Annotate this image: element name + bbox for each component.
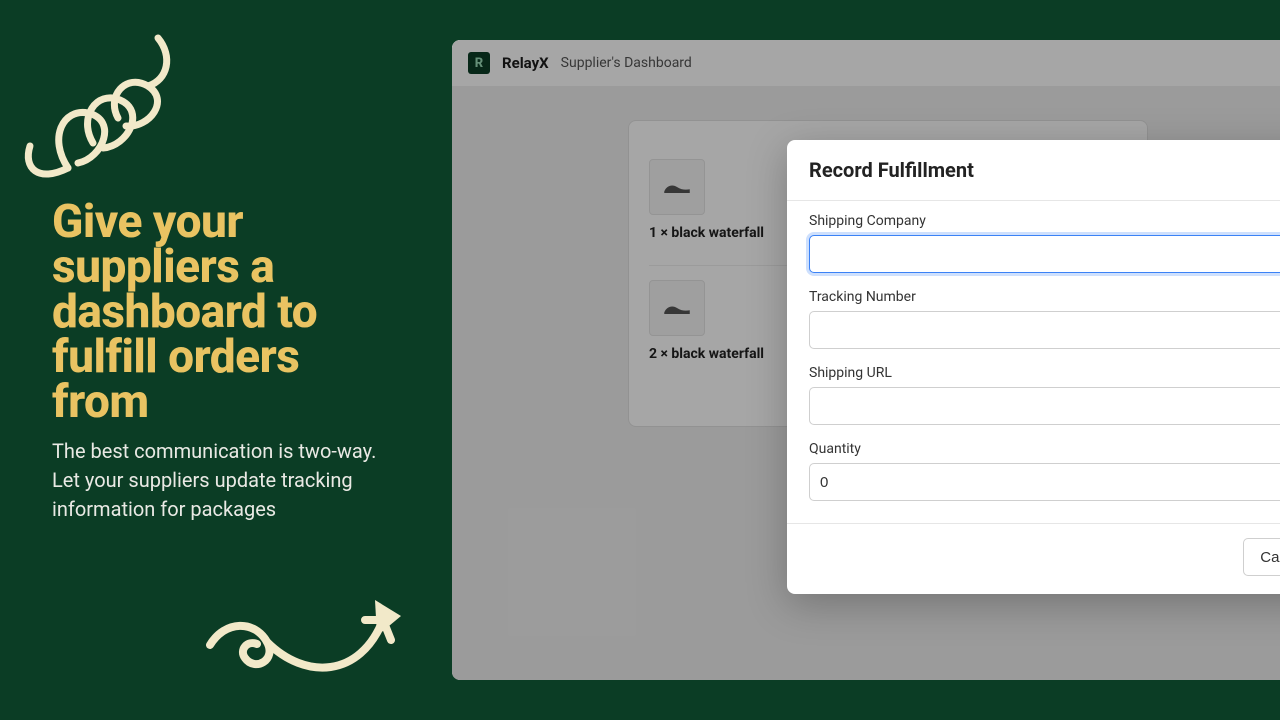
shipping-company-input[interactable] — [809, 235, 1280, 273]
dashboard-screenshot: R RelayX Supplier's Dashboard 1 × black … — [452, 40, 1280, 680]
modal-header: Record Fulfillment — [787, 140, 1280, 201]
label-tracking-number: Tracking Number — [809, 289, 1280, 305]
cancel-button[interactable]: Cancel — [1243, 538, 1280, 576]
field-shipping-url: Shipping URL — [809, 365, 1280, 425]
shipping-url-input[interactable] — [809, 387, 1280, 425]
field-shipping-company: Shipping Company — [809, 213, 1280, 273]
label-shipping-company: Shipping Company — [809, 213, 1280, 229]
marketing-copy: Give your suppliers a dashboard to fulfi… — [52, 200, 392, 524]
doodle-leaves-icon — [8, 18, 198, 193]
subtext: The best communication is two-way. Let y… — [52, 437, 392, 524]
field-tracking-number: Tracking Number — [809, 289, 1280, 349]
quantity-input[interactable] — [809, 463, 1280, 501]
modal-footer: Cancel Reco — [787, 523, 1280, 594]
tracking-number-input[interactable] — [809, 311, 1280, 349]
modal-title: Record Fulfillment — [809, 158, 1280, 182]
modal-body: Shipping Company Tracking Number Shippin… — [787, 201, 1280, 523]
doodle-arrow-icon — [195, 560, 415, 690]
label-quantity: Quantity — [809, 441, 1280, 457]
headline: Give your suppliers a dashboard to fulfi… — [52, 200, 392, 425]
record-fulfillment-modal: Record Fulfillment Shipping Company Trac… — [787, 140, 1280, 594]
label-shipping-url: Shipping URL — [809, 365, 1280, 381]
field-quantity: Quantity — [809, 441, 1280, 501]
